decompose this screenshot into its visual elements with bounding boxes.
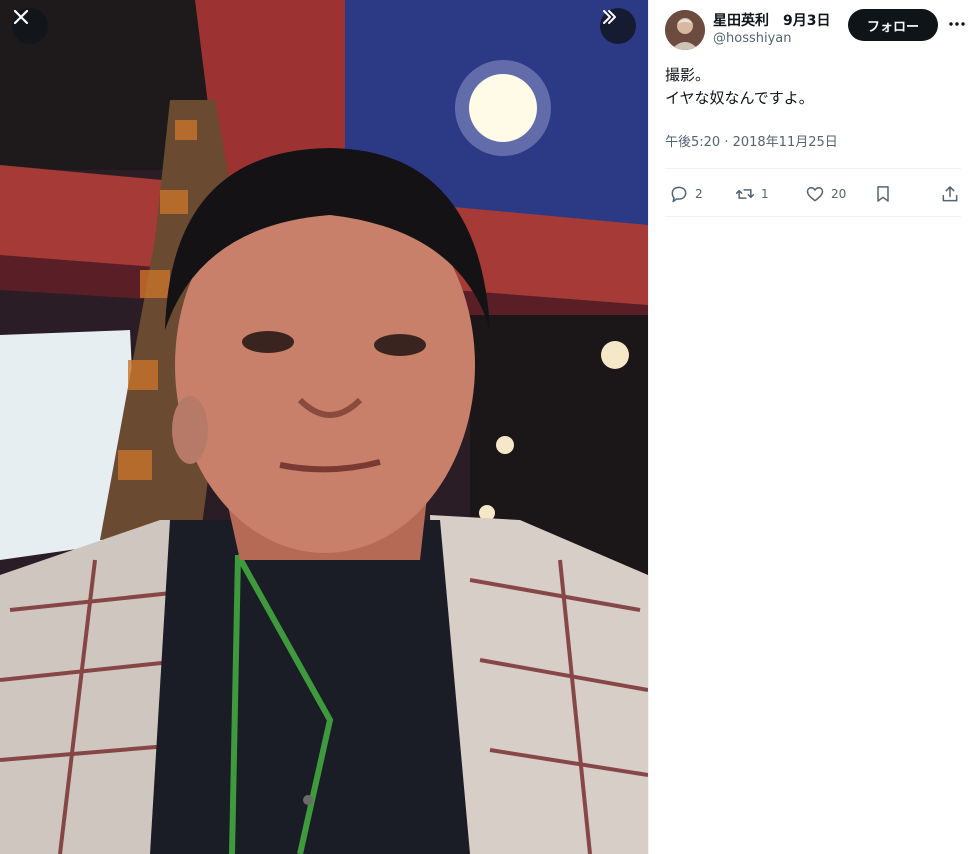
- like-button[interactable]: 20: [805, 181, 846, 207]
- reply-icon: [671, 186, 687, 203]
- chevrons-right-icon: [603, 10, 616, 24]
- heart-icon: [806, 187, 824, 202]
- reply-count: 2: [695, 187, 703, 201]
- close-button[interactable]: [12, 8, 48, 44]
- share-icon: [942, 186, 958, 202]
- more-horizontal-icon: [949, 22, 965, 26]
- retweet-button[interactable]: 1: [735, 181, 769, 207]
- post-date[interactable]: 9月3日: [783, 13, 830, 29]
- avatar[interactable]: [665, 10, 705, 50]
- media-viewer: [0, 0, 648, 854]
- author-handle[interactable]: @hosshiyan: [713, 31, 792, 46]
- divider: [665, 168, 961, 169]
- retweet-count: 1: [761, 187, 769, 201]
- expand-panel-button[interactable]: [600, 8, 636, 44]
- tweet-detail-pane: 星田英利 9月3日 @hosshiyan フォロー 撮影。 イヤな奴なんですよ。 …: [649, 0, 977, 854]
- retweet-icon: [735, 189, 755, 199]
- follow-button[interactable]: フォロー: [848, 9, 938, 41]
- tweet-photo: [0, 0, 648, 854]
- author-name[interactable]: 星田英利: [713, 13, 769, 29]
- divider: [665, 216, 961, 217]
- close-icon: [13, 9, 29, 25]
- share-button[interactable]: [940, 181, 960, 207]
- author-line: 星田英利 9月3日: [713, 10, 830, 30]
- tweet-text: 撮影。 イヤな奴なんですよ。: [665, 66, 814, 107]
- tweet-actions: 2 1 20: [665, 181, 969, 207]
- reply-button[interactable]: 2: [669, 181, 703, 207]
- tweet-timestamp[interactable]: 午後5:20 · 2018年11月25日: [665, 131, 838, 150]
- avatar-image: [665, 10, 705, 50]
- bookmark-icon: [877, 186, 889, 202]
- like-count: 20: [831, 187, 847, 201]
- more-options-button[interactable]: [945, 12, 969, 36]
- bookmark-button[interactable]: [873, 181, 893, 207]
